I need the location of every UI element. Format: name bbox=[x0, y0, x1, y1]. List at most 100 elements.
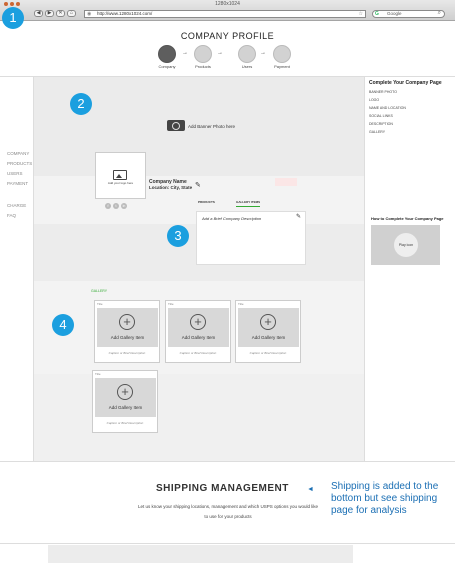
description-box[interactable]: Add a Brief Company Description ✎ bbox=[196, 211, 306, 265]
nav-item-company[interactable]: COMPANY bbox=[7, 151, 29, 156]
add-circle-icon[interactable]: + bbox=[119, 314, 135, 330]
add-circle-icon[interactable]: + bbox=[190, 314, 206, 330]
step-label: Users bbox=[241, 64, 253, 69]
facebook-icon[interactable]: f bbox=[105, 203, 111, 209]
gallery-caption: Caption or Brief Description bbox=[179, 351, 217, 355]
sidebar-item-banner-photo[interactable]: BANNER PHOTO bbox=[369, 90, 397, 94]
address-bar[interactable]: ◉ http://www.1280x1024.com/ ☆ bbox=[84, 10, 366, 18]
edit-name-icon[interactable]: ✎ bbox=[195, 181, 201, 189]
search-icon[interactable]: ⌕ bbox=[438, 10, 441, 16]
gallery-item-title: Title bbox=[95, 372, 101, 376]
step-arrow-icon: → bbox=[182, 50, 188, 56]
shipping-title: SHIPPING MANAGEMENT bbox=[156, 483, 289, 494]
step-dot bbox=[194, 45, 212, 63]
play-icon[interactable]: Play icon bbox=[394, 233, 418, 257]
gallery-caption: Caption or Brief Description bbox=[108, 351, 146, 355]
twitter-icon[interactable]: t bbox=[113, 203, 119, 209]
howto-video[interactable]: Play icon bbox=[371, 225, 440, 265]
gallery-label: GALLERY bbox=[91, 289, 108, 293]
step-label: Company bbox=[158, 64, 176, 69]
annotation-badge-4: 4 bbox=[52, 314, 74, 336]
banner-photo-area[interactable]: Add Banner Photo here bbox=[34, 77, 364, 176]
gallery-item[interactable]: Title + Add Gallery Item Caption or Brie… bbox=[94, 300, 160, 363]
step-label: Products bbox=[195, 64, 211, 69]
gallery-caption: Caption or Brief Description bbox=[249, 351, 287, 355]
howto-title: How to Complete Your Company Page bbox=[371, 216, 444, 221]
gallery-placeholder: + Add Gallery Item bbox=[95, 378, 156, 417]
edit-description-icon[interactable]: ✎ bbox=[296, 213, 301, 220]
globe-icon: ◉ bbox=[87, 11, 92, 17]
google-icon: G bbox=[375, 11, 379, 17]
shipping-description-line: to use for your products bbox=[204, 514, 252, 519]
nav-item-charge[interactable]: CHARGE bbox=[7, 203, 26, 208]
back-button[interactable]: ◀ bbox=[34, 10, 43, 17]
gallery-item[interactable]: Title + Add Gallery Item Caption or Brie… bbox=[92, 370, 158, 433]
gallery-item[interactable]: Title + Add Gallery Item Caption or Brie… bbox=[235, 300, 301, 363]
add-gallery-label: Add Gallery Item bbox=[181, 335, 216, 340]
bookmark-star-icon[interactable]: ☆ bbox=[359, 11, 363, 17]
tab-gallery-items[interactable]: GALLERY ITEMS bbox=[236, 200, 260, 204]
tab-products[interactable]: PRODUCTS bbox=[198, 200, 215, 204]
shipping-description: Let us know your shipping locations, man… bbox=[118, 502, 338, 522]
left-nav: COMPANY PRODUCTS USERS PAYMENT CHARGE FA… bbox=[0, 77, 34, 461]
gallery-item-title: Title bbox=[168, 302, 174, 306]
linkedin-icon[interactable]: in bbox=[121, 203, 127, 209]
browser-search-field[interactable]: G Google ⌕ bbox=[372, 10, 445, 18]
step-company[interactable]: Company bbox=[157, 45, 177, 69]
step-arrow-icon: → bbox=[260, 50, 266, 56]
shipping-description-line: Let us know your shipping locations, man… bbox=[137, 504, 319, 509]
highlight-block bbox=[275, 178, 297, 186]
add-gallery-label: Add Gallery Item bbox=[110, 335, 145, 340]
gallery-band-lower bbox=[34, 374, 364, 461]
sidebar-item-gallery[interactable]: GALLERY bbox=[369, 130, 385, 134]
step-dot bbox=[158, 45, 176, 63]
stop-button[interactable]: ✕ bbox=[56, 10, 65, 17]
sidebar-item-name-location[interactable]: NAME AND LOCATION bbox=[369, 106, 406, 110]
add-gallery-label: Add Gallery Item bbox=[251, 335, 286, 340]
gallery-item[interactable]: Title + Add Gallery Item Caption or Brie… bbox=[165, 300, 231, 363]
search-placeholder: Google bbox=[387, 11, 402, 16]
footer-placeholder bbox=[48, 545, 353, 563]
sidebar-item-description[interactable]: DESCRIPTION bbox=[369, 122, 393, 126]
nav-item-faq[interactable]: FAQ bbox=[7, 213, 16, 218]
annotation-badge-3: 3 bbox=[167, 225, 189, 247]
right-sidebar: Complete Your Company Page BANNER PHOTO … bbox=[364, 77, 455, 461]
step-payment[interactable]: Payment bbox=[272, 45, 292, 69]
camera-icon bbox=[167, 120, 185, 131]
gallery-placeholder: + Add Gallery Item bbox=[238, 308, 299, 347]
step-label: Payment bbox=[274, 64, 290, 69]
add-circle-icon[interactable]: + bbox=[260, 314, 276, 330]
gallery-item-title: Title bbox=[238, 302, 244, 306]
annotation-badge-1: 1 bbox=[2, 7, 24, 29]
annotation-arrow-icon: ◄ bbox=[307, 486, 314, 493]
gallery-item-title: Title bbox=[97, 302, 103, 306]
url-text: http://www.1280x1024.com/ bbox=[97, 11, 153, 16]
nav-item-users[interactable]: USERS bbox=[7, 171, 23, 176]
home-button[interactable]: ⌂ bbox=[67, 10, 76, 17]
step-products[interactable]: Products bbox=[193, 45, 213, 69]
step-users[interactable]: Users bbox=[237, 45, 257, 69]
step-arrow-icon: → bbox=[217, 50, 223, 56]
annotation-badge-2: 2 bbox=[70, 93, 92, 115]
add-circle-icon[interactable]: + bbox=[117, 384, 133, 400]
nav-item-payment[interactable]: PAYMENT bbox=[7, 181, 28, 186]
nav-item-products[interactable]: PRODUCTS bbox=[7, 161, 32, 166]
logo-upload-box[interactable]: Add your logo here bbox=[95, 152, 146, 199]
window-title: 1280x1024 bbox=[215, 1, 240, 7]
progress-steps: Company → Products → Users → Payment bbox=[157, 45, 297, 70]
social-links: f t in bbox=[105, 203, 127, 209]
footer-divider bbox=[0, 543, 455, 544]
browser-nav-buttons: ◀ ▶ ✕ ⌂ bbox=[34, 10, 76, 17]
forward-button[interactable]: ▶ bbox=[45, 10, 54, 17]
section-divider bbox=[0, 461, 455, 462]
step-dot bbox=[238, 45, 256, 63]
image-icon bbox=[113, 170, 127, 180]
sidebar-item-logo[interactable]: LOGO bbox=[369, 98, 379, 102]
page-title: COMPANY PROFILE bbox=[180, 31, 275, 41]
banner-photo-label: Add Banner Photo here bbox=[188, 124, 236, 129]
sidebar-item-social-links[interactable]: SOCIAL LINKS bbox=[369, 114, 393, 118]
step-dot bbox=[273, 45, 291, 63]
main-content: Add Banner Photo here Add your logo here… bbox=[34, 77, 364, 461]
sidebar-title: Complete Your Company Page bbox=[369, 80, 442, 86]
annotation-note: Shipping is added to the bottom but see … bbox=[331, 481, 439, 516]
